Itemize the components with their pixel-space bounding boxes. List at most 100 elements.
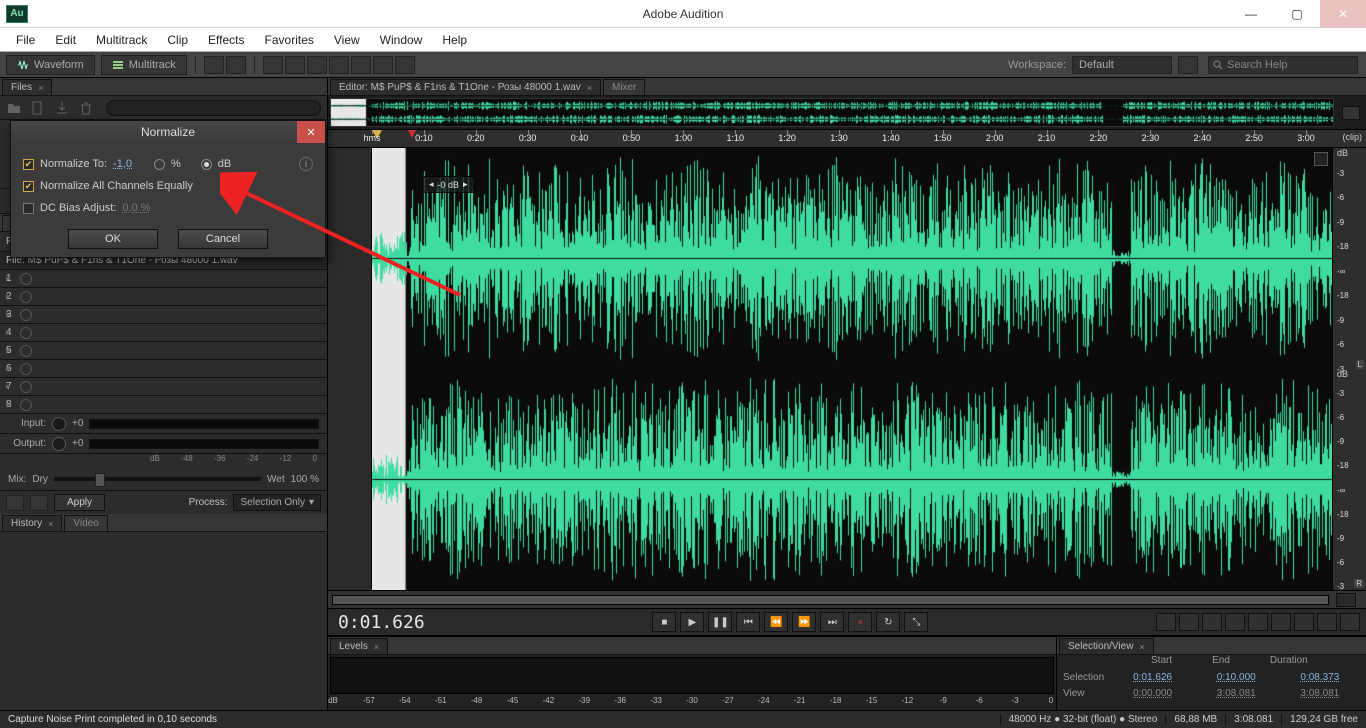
menu-window[interactable]: Window	[370, 33, 433, 47]
rack-power-icon[interactable]	[6, 495, 24, 511]
files-search-input[interactable]	[106, 100, 321, 116]
rack-slot-8[interactable]: 8▸	[0, 396, 327, 414]
tab-video[interactable]: Video	[64, 515, 107, 531]
nav-headphones-icon[interactable]	[1336, 593, 1356, 607]
tab-files-close-icon[interactable]: ×	[38, 83, 43, 93]
tool-move-icon[interactable]	[263, 56, 283, 74]
normalize-value-field[interactable]: -1,0	[113, 158, 132, 170]
menu-edit[interactable]: Edit	[45, 33, 86, 47]
zoom-selection-icon[interactable]	[1225, 613, 1245, 631]
window-maximize[interactable]: ▢	[1274, 0, 1320, 27]
selection-start-field[interactable]: 0:01.626	[1133, 672, 1193, 683]
zoom-out-v-icon[interactable]	[1317, 613, 1337, 631]
search-help-field[interactable]: Search Help	[1208, 56, 1358, 74]
selection-dur-field[interactable]: 0:08.373	[1300, 672, 1360, 683]
zoom-in-point-icon[interactable]	[1248, 613, 1268, 631]
waveform-display[interactable]: ◂ -0 dB ▸	[372, 148, 1332, 590]
rack-slot-7-power-icon[interactable]	[20, 381, 32, 393]
view-dur-field[interactable]: 3:08.081	[1300, 688, 1360, 699]
menu-effects[interactable]: Effects	[198, 33, 254, 47]
all-channels-checkbox[interactable]: ✔	[23, 181, 34, 192]
tab-editor[interactable]: Editor: M$ PuP$ & F1ns & T1One - Розы 48…	[330, 79, 601, 95]
timeline-ruler[interactable]: (clip) hms0:100:200:300:400:501:001:101:…	[328, 130, 1366, 148]
rack-slot-3[interactable]: 3▸	[0, 306, 327, 324]
tool-lasso-icon[interactable]	[373, 56, 393, 74]
tab-selection-view-close-icon[interactable]: ×	[1139, 642, 1144, 652]
zoom-out-h-icon[interactable]	[1179, 613, 1199, 631]
import-icon[interactable]	[54, 100, 70, 116]
tool-spot-heal-icon[interactable]	[226, 56, 246, 74]
rack-slot-5[interactable]: 5▸	[0, 342, 327, 360]
mode-multitrack-button[interactable]: Multitrack	[101, 55, 187, 75]
menu-view[interactable]: View	[324, 33, 370, 47]
window-close[interactable]: ✕	[1320, 0, 1366, 27]
zoom-in-h-icon[interactable]	[1156, 613, 1176, 631]
menu-multitrack[interactable]: Multitrack	[86, 33, 157, 47]
tab-history-close-icon[interactable]: ×	[48, 519, 53, 529]
transport-pause-button[interactable]: ❚❚	[708, 612, 732, 632]
tool-marquee-icon[interactable]	[351, 56, 371, 74]
dialog-cancel-button[interactable]: Cancel	[178, 229, 268, 249]
rack-slot-1[interactable]: 1▸	[0, 270, 327, 288]
file-open-icon[interactable]	[6, 100, 22, 116]
workspace-reset-icon[interactable]	[1178, 56, 1198, 74]
hud-right-arrow-icon[interactable]: ▸	[463, 179, 468, 190]
input-gain-knob[interactable]	[52, 417, 66, 431]
trash-icon[interactable]	[78, 100, 94, 116]
tab-mixer[interactable]: Mixer	[603, 79, 645, 95]
transport-stop-button[interactable]: ■	[652, 612, 676, 632]
transport-ffwd-button[interactable]: ⏩	[792, 612, 816, 632]
tool-slip-icon[interactable]	[307, 56, 327, 74]
mix-slider[interactable]	[54, 477, 261, 481]
editor-options-icon[interactable]	[1314, 152, 1328, 166]
workspace-dropdown[interactable]: Default	[1072, 56, 1172, 74]
process-mode-dropdown[interactable]: Selection Only ▾	[233, 494, 321, 511]
rack-slot-3-power-icon[interactable]	[20, 309, 32, 321]
rack-slot-8-power-icon[interactable]	[20, 399, 32, 411]
zoom-in-v-icon[interactable]	[1294, 613, 1314, 631]
rack-slot-1-power-icon[interactable]	[20, 273, 32, 285]
transport-loop-button[interactable]: ↻	[876, 612, 900, 632]
tool-brush-icon[interactable]	[395, 56, 415, 74]
menu-favorites[interactable]: Favorites	[255, 33, 324, 47]
tab-levels[interactable]: Levels×	[330, 638, 388, 654]
zoom-out-point-icon[interactable]	[1271, 613, 1291, 631]
overview-waveform[interactable]	[330, 98, 1334, 127]
dialog-close-button[interactable]: ✕	[297, 121, 325, 143]
transport-end-button[interactable]: ⏭	[820, 612, 844, 632]
unit-percent-radio[interactable]	[154, 159, 165, 170]
menu-clip[interactable]: Clip	[157, 33, 198, 47]
dc-bias-checkbox[interactable]	[23, 203, 34, 214]
zoom-reset-v-icon[interactable]	[1340, 613, 1360, 631]
tab-selection-view[interactable]: Selection/View×	[1059, 638, 1154, 654]
overview-zoom-tool-icon[interactable]	[1342, 106, 1360, 120]
rack-slot-4-power-icon[interactable]	[20, 327, 32, 339]
tool-time-select-icon[interactable]	[329, 56, 349, 74]
tab-editor-close-icon[interactable]: ×	[587, 83, 592, 93]
rack-slot-6-power-icon[interactable]	[20, 363, 32, 375]
amplitude-hud[interactable]: ◂ -0 dB ▸	[422, 176, 475, 193]
rack-menu-icon[interactable]	[30, 495, 48, 511]
menu-file[interactable]: File	[6, 33, 45, 47]
view-start-field[interactable]: 0:00.000	[1133, 688, 1193, 699]
transport-skip-selection-button[interactable]: ⤡	[904, 612, 928, 632]
tab-history[interactable]: History×	[2, 515, 62, 531]
rack-slot-4[interactable]: 4▸	[0, 324, 327, 342]
tool-left-align-icon[interactable]	[204, 56, 224, 74]
tab-files[interactable]: Files×	[2, 79, 52, 95]
transport-rewind-button[interactable]: ⏪	[764, 612, 788, 632]
transport-record-button[interactable]: ●	[848, 612, 872, 632]
tool-razor-icon[interactable]	[285, 56, 305, 74]
unit-db-radio[interactable]	[201, 159, 212, 170]
dc-bias-value-field[interactable]: 0,0 %	[122, 202, 150, 214]
rack-slot-2-power-icon[interactable]	[20, 291, 32, 303]
horizontal-scrollbar[interactable]	[332, 595, 1329, 605]
selection-end-field[interactable]: 0:10.000	[1217, 672, 1277, 683]
window-minimize[interactable]: —	[1228, 0, 1274, 27]
new-file-icon[interactable]	[30, 100, 46, 116]
rack-slot-2[interactable]: 2▸	[0, 288, 327, 306]
normalize-to-checkbox[interactable]: ✔	[23, 159, 34, 170]
rack-slot-6[interactable]: 6▸	[0, 360, 327, 378]
transport-play-button[interactable]: ▶	[680, 612, 704, 632]
mode-waveform-button[interactable]: Waveform	[6, 55, 95, 75]
